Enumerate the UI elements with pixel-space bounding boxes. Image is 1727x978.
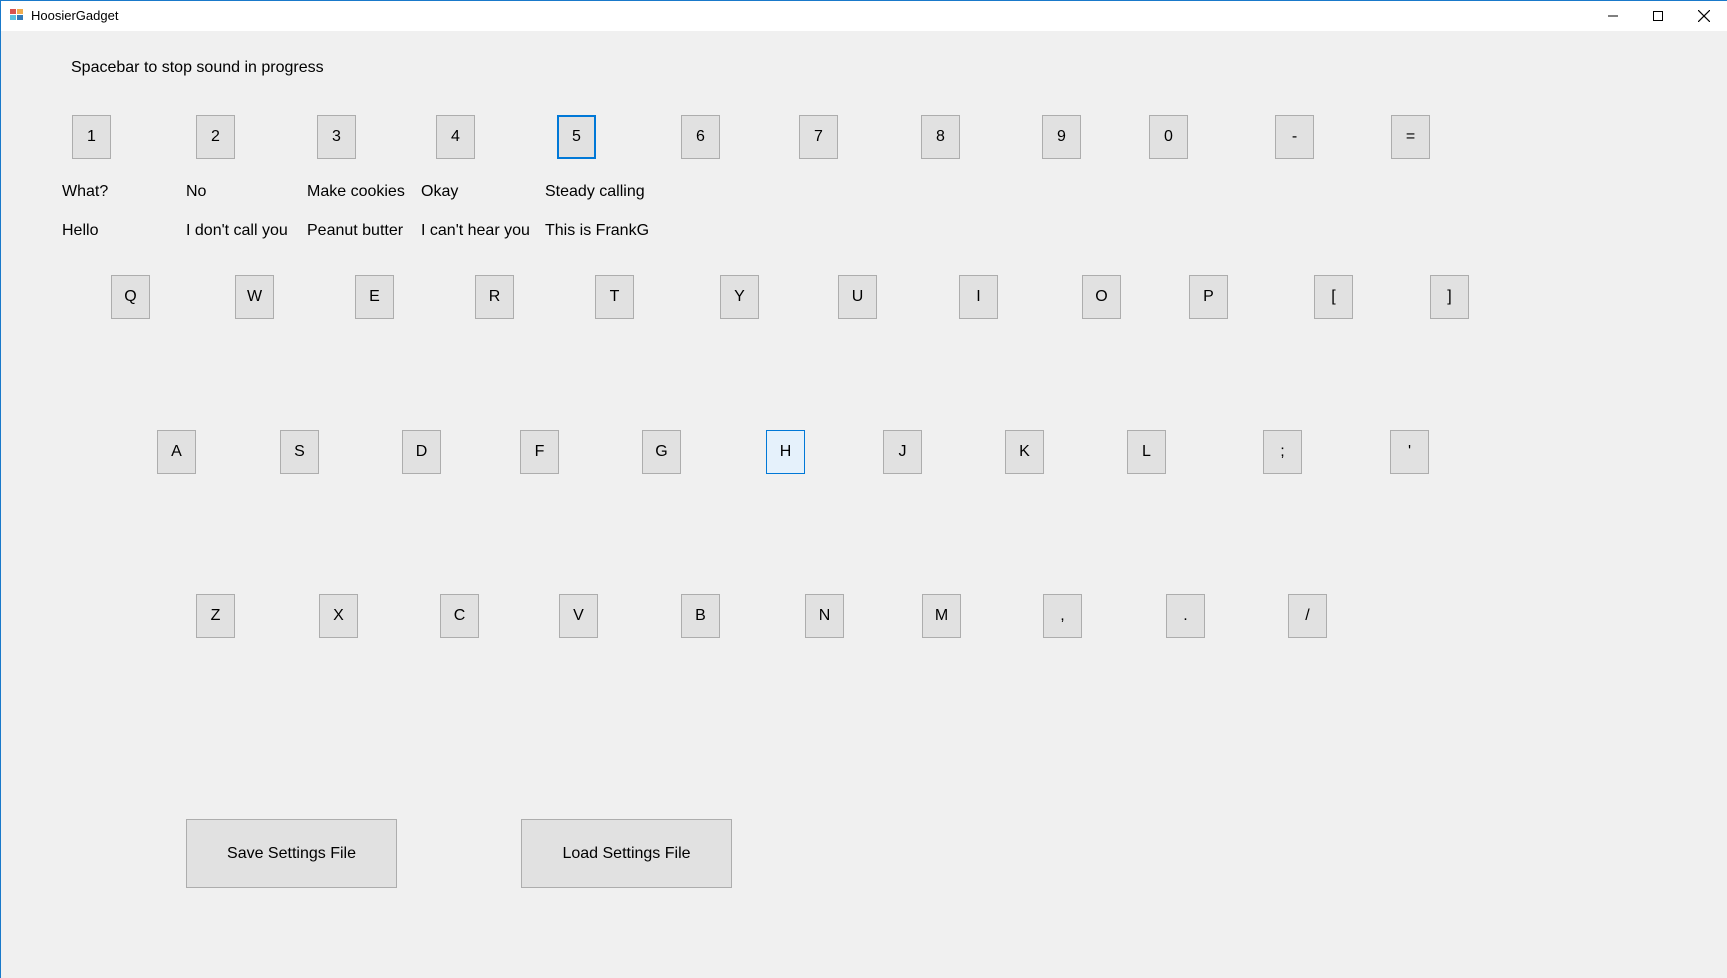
key-u-button[interactable]: U xyxy=(838,275,877,319)
key-z-button[interactable]: Z xyxy=(196,594,235,638)
key-n-button[interactable]: N xyxy=(805,594,844,638)
key-f-button[interactable]: F xyxy=(520,430,559,474)
window-title: HoosierGadget xyxy=(31,8,119,23)
maximize-button[interactable] xyxy=(1635,1,1681,31)
key-4-button[interactable]: 4 xyxy=(436,115,475,159)
key-7-button[interactable]: 7 xyxy=(799,115,838,159)
app-icon xyxy=(10,8,24,21)
key-a-button[interactable]: A xyxy=(157,430,196,474)
key-3-label-top: Make cookies xyxy=(307,183,405,200)
key-5-label-top: Steady calling xyxy=(545,183,645,200)
key-equals-button[interactable]: = xyxy=(1391,115,1430,159)
key-s-button[interactable]: S xyxy=(280,430,319,474)
key-4-label-bottom: I can't hear you xyxy=(421,222,530,239)
key-i-button[interactable]: I xyxy=(959,275,998,319)
key-m-button[interactable]: M xyxy=(922,594,961,638)
key-o-button[interactable]: O xyxy=(1082,275,1121,319)
key-l-button[interactable]: L xyxy=(1127,430,1166,474)
close-button[interactable] xyxy=(1681,1,1727,31)
key-r-button[interactable]: R xyxy=(475,275,514,319)
load-settings-button[interactable]: Load Settings File xyxy=(521,819,732,888)
key-1-label-top: What? xyxy=(62,183,109,200)
key-0-button[interactable]: 0 xyxy=(1149,115,1188,159)
key-semicolon-button[interactable]: ; xyxy=(1263,430,1302,474)
title-bar[interactable]: HoosierGadget xyxy=(1,1,1727,31)
key-y-button[interactable]: Y xyxy=(720,275,759,319)
key-q-button[interactable]: Q xyxy=(111,275,150,319)
key-4-label-top: Okay xyxy=(421,183,459,200)
key-w-button[interactable]: W xyxy=(235,275,274,319)
key-5-button[interactable]: 5 xyxy=(557,115,596,159)
instructions-label: Spacebar to stop sound in progress xyxy=(71,59,324,76)
key-2-label-top: No xyxy=(186,183,207,200)
key-9-button[interactable]: 9 xyxy=(1042,115,1081,159)
key-k-button[interactable]: K xyxy=(1005,430,1044,474)
app-window: HoosierGadget Spacebar to stop sound in … xyxy=(0,0,1727,978)
key-open-bracket-button[interactable]: [ xyxy=(1314,275,1353,319)
key-5-label-bottom: This is FrankG xyxy=(545,222,650,239)
key-comma-button[interactable]: , xyxy=(1043,594,1082,638)
key-v-button[interactable]: V xyxy=(559,594,598,638)
key-1-button[interactable]: 1 xyxy=(72,115,111,159)
maximize-icon xyxy=(1653,11,1663,21)
key-j-button[interactable]: J xyxy=(883,430,922,474)
key-b-button[interactable]: B xyxy=(681,594,720,638)
key-c-button[interactable]: C xyxy=(440,594,479,638)
key-period-button[interactable]: . xyxy=(1166,594,1205,638)
save-settings-button[interactable]: Save Settings File xyxy=(186,819,397,888)
key-1-label-bottom: Hello xyxy=(62,222,99,239)
close-icon xyxy=(1698,10,1710,22)
key-2-label-bottom: I don't call you xyxy=(186,222,288,239)
key-slash-button[interactable]: / xyxy=(1288,594,1327,638)
key-t-button[interactable]: T xyxy=(595,275,634,319)
key-3-label-bottom: Peanut butter xyxy=(307,222,404,239)
key-d-button[interactable]: D xyxy=(402,430,441,474)
key-p-button[interactable]: P xyxy=(1189,275,1228,319)
client-area: Spacebar to stop sound in progress What?… xyxy=(1,32,1727,978)
key-g-button[interactable]: G xyxy=(642,430,681,474)
key-h-button[interactable]: H xyxy=(766,430,805,474)
minimize-icon xyxy=(1608,15,1618,17)
key-minus-button[interactable]: - xyxy=(1275,115,1314,159)
key-apostrophe-button[interactable]: ' xyxy=(1390,430,1429,474)
key-8-button[interactable]: 8 xyxy=(921,115,960,159)
key-6-button[interactable]: 6 xyxy=(681,115,720,159)
key-close-bracket-button[interactable]: ] xyxy=(1430,275,1469,319)
key-2-button[interactable]: 2 xyxy=(196,115,235,159)
key-x-button[interactable]: X xyxy=(319,594,358,638)
key-e-button[interactable]: E xyxy=(355,275,394,319)
minimize-button[interactable] xyxy=(1590,1,1636,31)
key-3-button[interactable]: 3 xyxy=(317,115,356,159)
